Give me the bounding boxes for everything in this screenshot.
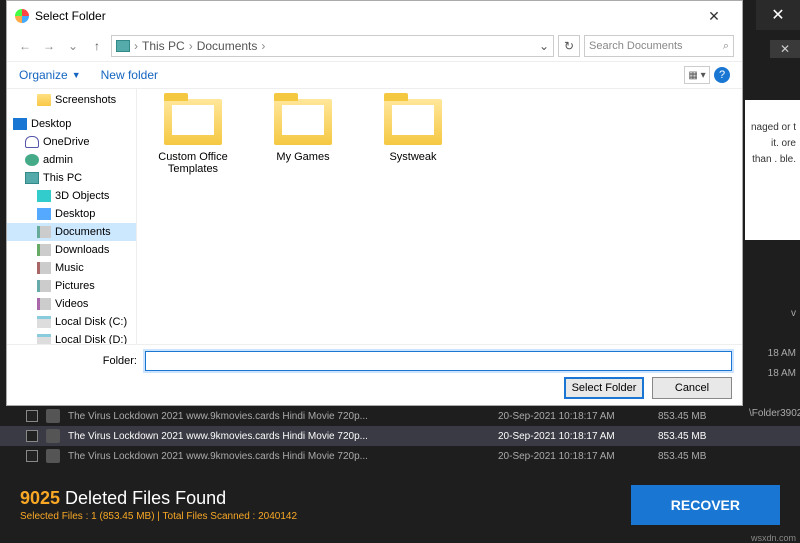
file-name: The Virus Lockdown 2021 www.9kmovies.car…: [68, 411, 498, 422]
crumb-documents[interactable]: Documents: [197, 39, 258, 53]
drive-icon: [37, 334, 51, 344]
drive-icon: [37, 316, 51, 328]
dialog-toolbar: Organize ▼ New folder ▦ ▾ ?: [7, 61, 742, 89]
3d-icon: [37, 190, 51, 202]
tree-this-pc[interactable]: This PC: [7, 169, 136, 187]
checkbox[interactable]: [26, 410, 38, 422]
folder-icon: [164, 99, 222, 145]
app-close-button[interactable]: ✕: [756, 0, 800, 30]
partial-message-panel: naged or t it. ore than . ble.: [745, 100, 800, 240]
file-size: 853.45 MB: [658, 451, 778, 462]
desktop-icon: [13, 118, 27, 130]
file-size: 853.45 MB: [658, 431, 778, 442]
organize-button[interactable]: Organize: [19, 68, 68, 82]
videos-icon: [37, 298, 51, 310]
cloud-icon: [25, 136, 39, 148]
folder-icon: [37, 94, 51, 106]
close-icon[interactable]: ✕: [694, 8, 734, 25]
folder-icon: [274, 99, 332, 145]
tree-disk-c[interactable]: Local Disk (C:): [7, 313, 136, 331]
crumb-this-pc[interactable]: This PC: [142, 39, 185, 53]
desktop-icon: [37, 208, 51, 220]
folder-tree: Screenshots Desktop OneDrive admin This …: [7, 89, 137, 344]
tree-admin[interactable]: admin: [7, 151, 136, 169]
selected-label: Selected Files :: [20, 511, 91, 522]
pictures-icon: [37, 280, 51, 292]
dialog-titlebar: Select Folder ✕: [7, 1, 742, 31]
watermark: wsxdn.com: [751, 533, 796, 543]
status-bar: 9025 Deleted Files Found Selected Files …: [0, 475, 800, 535]
file-date: 20-Sep-2021 10:18:17 AM: [498, 451, 658, 462]
file-list: The Virus Lockdown 2021 www.9kmovies.car…: [0, 406, 800, 466]
view-options-button[interactable]: ▦ ▾: [684, 66, 710, 84]
up-button[interactable]: ↑: [87, 39, 107, 53]
panel-close-button[interactable]: ✕: [770, 40, 800, 58]
crumb-dropdown-icon[interactable]: ⌄: [539, 39, 549, 53]
search-placeholder: Search Documents: [589, 40, 683, 52]
music-icon: [37, 262, 51, 274]
folder-custom-office-templates[interactable]: Custom Office Templates: [153, 99, 233, 175]
file-name: The Virus Lockdown 2021 www.9kmovies.car…: [68, 431, 498, 442]
tree-downloads[interactable]: Downloads: [7, 241, 136, 259]
tree-3d-objects[interactable]: 3D Objects: [7, 187, 136, 205]
folder-systweak[interactable]: Systweak: [373, 99, 453, 163]
folder-content: Custom Office Templates My Games Systwea…: [137, 89, 742, 344]
tree-screenshots[interactable]: Screenshots: [7, 91, 136, 109]
back-button[interactable]: ←: [15, 39, 35, 53]
recent-dropdown[interactable]: ⌄: [63, 39, 83, 53]
dialog-title: Select Folder: [35, 9, 694, 23]
search-input[interactable]: Search Documents ⌕: [584, 35, 734, 57]
file-row[interactable]: The Virus Lockdown 2021 www.9kmovies.car…: [0, 406, 800, 426]
nav-toolbar: ← → ⌄ ↑ › This PC › Documents › ⌄ ↻ Sear…: [7, 31, 742, 61]
file-row[interactable]: The Virus Lockdown 2021 www.9kmovies.car…: [0, 446, 800, 466]
status-subtext: Selected Files : 1 (853.45 MB) | Total F…: [20, 511, 297, 522]
search-icon[interactable]: ⌕: [723, 40, 729, 53]
tree-videos[interactable]: Videos: [7, 295, 136, 313]
documents-icon: [37, 226, 51, 238]
tree-music[interactable]: Music: [7, 259, 136, 277]
file-size: 853.45 MB: [658, 411, 778, 422]
app-icon: [15, 9, 29, 23]
pc-icon: [116, 40, 130, 52]
forward-button[interactable]: →: [39, 39, 59, 53]
checkbox[interactable]: [26, 450, 38, 462]
pc-icon: [25, 172, 39, 184]
folder-field-label: Folder:: [17, 355, 137, 367]
tree-onedrive[interactable]: OneDrive: [7, 133, 136, 151]
new-folder-button[interactable]: New folder: [101, 68, 158, 82]
tree-desktop[interactable]: Desktop: [7, 115, 136, 133]
tree-documents[interactable]: Documents: [7, 223, 136, 241]
user-icon: [25, 154, 39, 166]
tree-disk-d[interactable]: Local Disk (D:): [7, 331, 136, 344]
help-button[interactable]: ?: [714, 67, 730, 83]
folder-my-games[interactable]: My Games: [263, 99, 343, 163]
refresh-button[interactable]: ↻: [558, 35, 580, 57]
file-icon: [46, 429, 60, 443]
tree-pictures[interactable]: Pictures: [7, 277, 136, 295]
downloads-icon: [37, 244, 51, 256]
organize-dropdown-icon[interactable]: ▼: [72, 70, 81, 80]
tree-desktop-folder[interactable]: Desktop: [7, 205, 136, 223]
recover-button[interactable]: RECOVER: [631, 485, 780, 525]
dialog-footer: Folder: Select Folder Cancel: [7, 344, 742, 405]
checkbox[interactable]: [26, 430, 38, 442]
file-date: 20-Sep-2021 10:18:17 AM: [498, 411, 658, 422]
file-row[interactable]: The Virus Lockdown 2021 www.9kmovies.car…: [0, 426, 800, 446]
file-date: 20-Sep-2021 10:18:17 AM: [498, 431, 658, 442]
file-icon: [46, 409, 60, 423]
breadcrumb[interactable]: › This PC › Documents › ⌄: [111, 35, 554, 57]
file-name: The Virus Lockdown 2021 www.9kmovies.car…: [68, 451, 498, 462]
file-icon: [46, 449, 60, 463]
select-folder-dialog: Select Folder ✕ ← → ⌄ ↑ › This PC › Docu…: [6, 0, 743, 406]
folder-icon: [384, 99, 442, 145]
cancel-button[interactable]: Cancel: [652, 377, 732, 399]
select-folder-button[interactable]: Select Folder: [564, 377, 644, 399]
found-count: 9025 Deleted Files Found: [20, 488, 297, 509]
folder-field[interactable]: [145, 351, 732, 371]
